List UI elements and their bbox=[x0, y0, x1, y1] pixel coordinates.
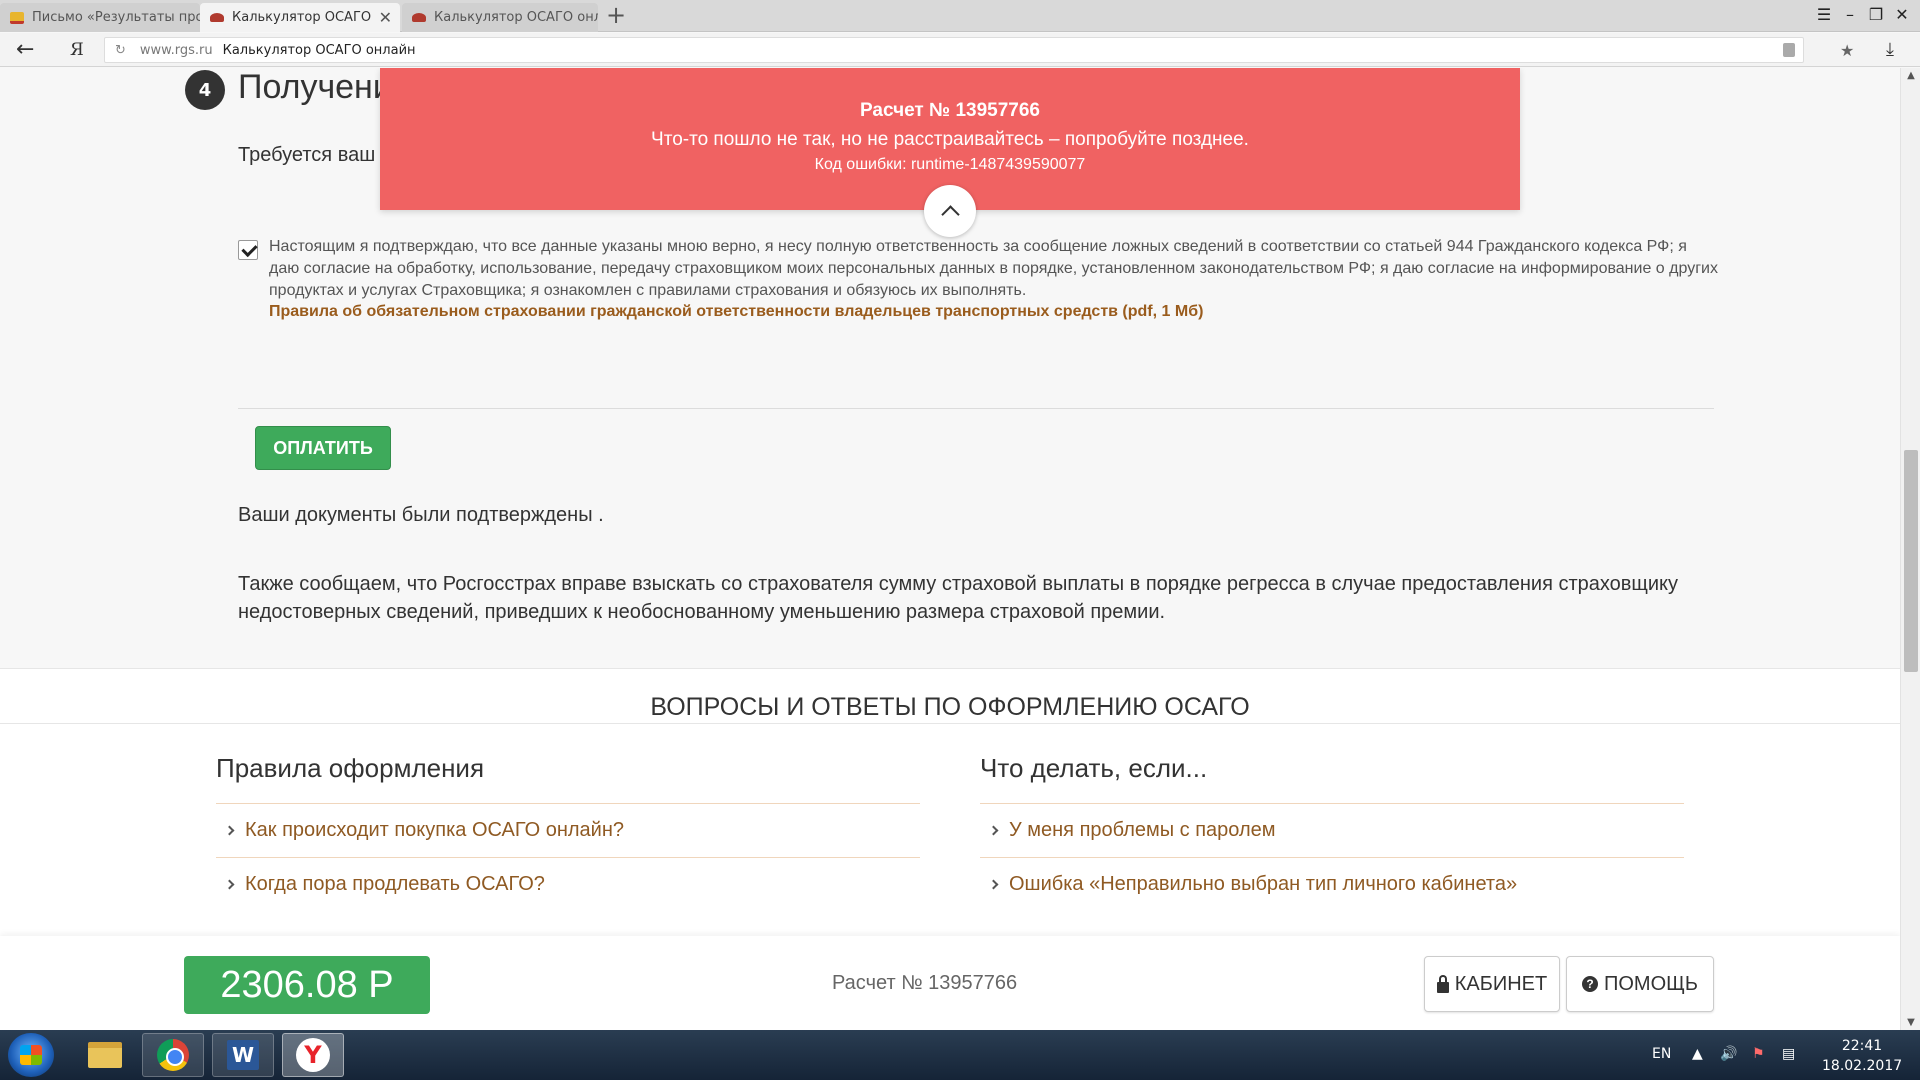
error-message: Что-то пошло не так, но не расстраивайте… bbox=[651, 129, 1249, 150]
scrollbar-thumb[interactable] bbox=[1904, 450, 1918, 672]
required-text: Требуется ваш bbox=[238, 144, 376, 166]
error-title: Расчет № 13957766 bbox=[860, 100, 1040, 121]
error-banner: Расчет № 13957766 Что-то пошло не так, н… bbox=[380, 68, 1520, 237]
volume-icon[interactable]: 🔊 bbox=[1720, 1046, 1737, 1062]
close-window-icon[interactable]: ✕ bbox=[1890, 4, 1914, 26]
taskbar-file-explorer[interactable] bbox=[74, 1033, 136, 1077]
cabinet-button[interactable]: КАБИНЕТ bbox=[1424, 956, 1560, 1012]
bottom-fixed-bar: 2306.08 Р Расчет № 13957766 КАБИНЕТ ? ПО… bbox=[0, 936, 1900, 1030]
chevron-right-icon bbox=[988, 879, 999, 890]
bookmark-star-icon[interactable]: ★ bbox=[1840, 41, 1854, 60]
step-number-badge: 4 bbox=[185, 70, 225, 110]
word-icon: W bbox=[227, 1040, 259, 1070]
chevron-right-icon bbox=[224, 825, 235, 836]
error-code: Код ошибки: runtime-1487439590077 bbox=[814, 156, 1086, 173]
yandex-home-button[interactable]: Я bbox=[70, 40, 84, 60]
tab-close-icon[interactable]: ✕ bbox=[379, 8, 392, 27]
tab-osago-calculator-active[interactable]: Калькулятор ОСАГО онлайн ✕ bbox=[200, 3, 400, 32]
chevron-right-icon bbox=[224, 879, 235, 890]
regress-notice-text: Также сообщаем, что Росгосстрах вправе в… bbox=[238, 573, 1678, 623]
windows-logo-icon bbox=[20, 1045, 42, 1065]
lock-icon bbox=[1436, 974, 1449, 993]
browser-tab-bar: Письмо «Результаты прове Калькулятор ОСА… bbox=[0, 0, 1920, 32]
reload-icon[interactable]: ↻ bbox=[115, 43, 126, 58]
scroll-up-arrow-icon[interactable]: ▲ bbox=[1901, 70, 1920, 81]
section-divider bbox=[238, 408, 1714, 409]
windows-taskbar: W Y EN ▲ 🔊 ⚑ ▤ 22:41 18.02.2017 bbox=[0, 1030, 1920, 1080]
faq-item[interactable]: Как происходит покупка ОСАГО онлайн? bbox=[216, 803, 920, 857]
faq-item-label: Ошибка «Неправильно выбран тип личного к… bbox=[1009, 873, 1518, 895]
url-domain: www.rgs.ru bbox=[139, 42, 213, 58]
restore-icon[interactable]: ❐ bbox=[1864, 4, 1888, 26]
protect-icon[interactable] bbox=[1783, 43, 1795, 57]
taskbar-word[interactable]: W bbox=[212, 1033, 274, 1077]
clock-date[interactable]: 18.02.2017 bbox=[1822, 1058, 1902, 1074]
collapse-banner-button[interactable] bbox=[924, 185, 976, 237]
network-icon[interactable]: ▤ bbox=[1782, 1046, 1795, 1062]
back-arrow-icon[interactable]: ← bbox=[16, 37, 34, 63]
url-page-title: Калькулятор ОСАГО онлайн bbox=[222, 42, 416, 58]
address-bar: ← Я ↻ www.rgs.ru Калькулятор ОСАГО онлай… bbox=[0, 33, 1920, 67]
step-title: Получени bbox=[238, 68, 392, 106]
scroll-down-arrow-icon[interactable]: ▼ bbox=[1901, 1017, 1920, 1028]
tab-title: Калькулятор ОСАГО онлайн bbox=[232, 10, 375, 25]
menu-icon[interactable]: ☰ bbox=[1812, 4, 1836, 26]
faq-item-label: Как происходит покупка ОСАГО онлайн? bbox=[245, 819, 624, 841]
clock-time[interactable]: 22:41 bbox=[1822, 1038, 1902, 1054]
faq-item-label: Когда пора продлевать ОСАГО? bbox=[245, 873, 545, 895]
rgs-favicon-icon bbox=[210, 13, 224, 22]
help-button[interactable]: ? ПОМОЩЬ bbox=[1566, 956, 1714, 1012]
faq-rules-title: Правила оформления bbox=[216, 753, 485, 783]
faq-item[interactable]: Ошибка «Неправильно выбран тип личного к… bbox=[980, 857, 1684, 911]
mail-favicon-icon bbox=[10, 11, 24, 24]
download-icon[interactable]: ⤓ bbox=[1886, 39, 1894, 60]
tab-title: Письмо «Результаты прове bbox=[32, 10, 200, 25]
taskbar-yandex-browser[interactable]: Y bbox=[282, 1033, 344, 1077]
faq-item[interactable]: Когда пора продлевать ОСАГО? bbox=[216, 857, 920, 911]
yandex-browser-icon: Y bbox=[296, 1038, 330, 1072]
minimize-icon[interactable]: – bbox=[1838, 4, 1862, 26]
tab-title: Калькулятор ОСАГО онлайн bbox=[434, 10, 598, 25]
documents-confirmed-text: Ваши документы были подтверждены . bbox=[238, 504, 604, 526]
url-input[interactable]: ↻ www.rgs.ru Калькулятор ОСАГО онлайн bbox=[104, 37, 1804, 63]
faq-item-label: У меня проблемы с паролем bbox=[1009, 819, 1276, 841]
faq-heading: ВОПРОСЫ И ОТВЕТЫ ПО ОФОРМЛЕНИЮ ОСАГО bbox=[650, 693, 1250, 721]
new-tab-button[interactable]: + bbox=[606, 2, 626, 28]
question-circle-icon: ? bbox=[1581, 976, 1598, 992]
consent-text: Настоящим я подтверждаю, что все данные … bbox=[269, 238, 1718, 299]
faq-what-to-do-title: Что делать, если... bbox=[980, 753, 1208, 783]
cabinet-button-label: КАБИНЕТ bbox=[1454, 972, 1548, 995]
page-viewport: 4 Получени Требуется ваш Расчет № 139577… bbox=[0, 68, 1900, 1030]
folder-icon bbox=[88, 1042, 122, 1068]
chevron-right-icon bbox=[988, 825, 999, 836]
faq-heading-divider bbox=[0, 723, 1900, 724]
language-indicator[interactable]: EN bbox=[1652, 1046, 1671, 1062]
price-button[interactable]: 2306.08 Р bbox=[184, 956, 430, 1014]
taskbar-chrome[interactable] bbox=[142, 1033, 204, 1077]
faq-item[interactable]: У меня проблемы с паролем bbox=[980, 803, 1684, 857]
calculation-number: Расчет № 13957766 bbox=[832, 972, 1018, 994]
consent-checkbox[interactable] bbox=[238, 240, 258, 260]
start-button[interactable] bbox=[8, 1033, 54, 1077]
tab-mail[interactable]: Письмо «Результаты прове bbox=[0, 3, 200, 32]
action-center-flag-icon[interactable]: ⚑ bbox=[1752, 1046, 1765, 1062]
page-scrollbar[interactable]: ▲ ▼ bbox=[1900, 68, 1920, 1030]
rgs-favicon-icon bbox=[412, 13, 426, 22]
pay-button[interactable]: ОПЛАТИТЬ bbox=[255, 426, 391, 470]
tab-osago-calculator[interactable]: Калькулятор ОСАГО онлайн bbox=[402, 3, 598, 32]
show-hidden-icons-icon[interactable]: ▲ bbox=[1692, 1046, 1703, 1062]
chrome-icon bbox=[157, 1039, 189, 1071]
osago-rules-pdf-link[interactable]: Правила об обязательном страховании граж… bbox=[269, 303, 1203, 321]
help-button-label: ПОМОЩЬ bbox=[1603, 972, 1699, 995]
chevron-up-icon bbox=[940, 205, 960, 224]
